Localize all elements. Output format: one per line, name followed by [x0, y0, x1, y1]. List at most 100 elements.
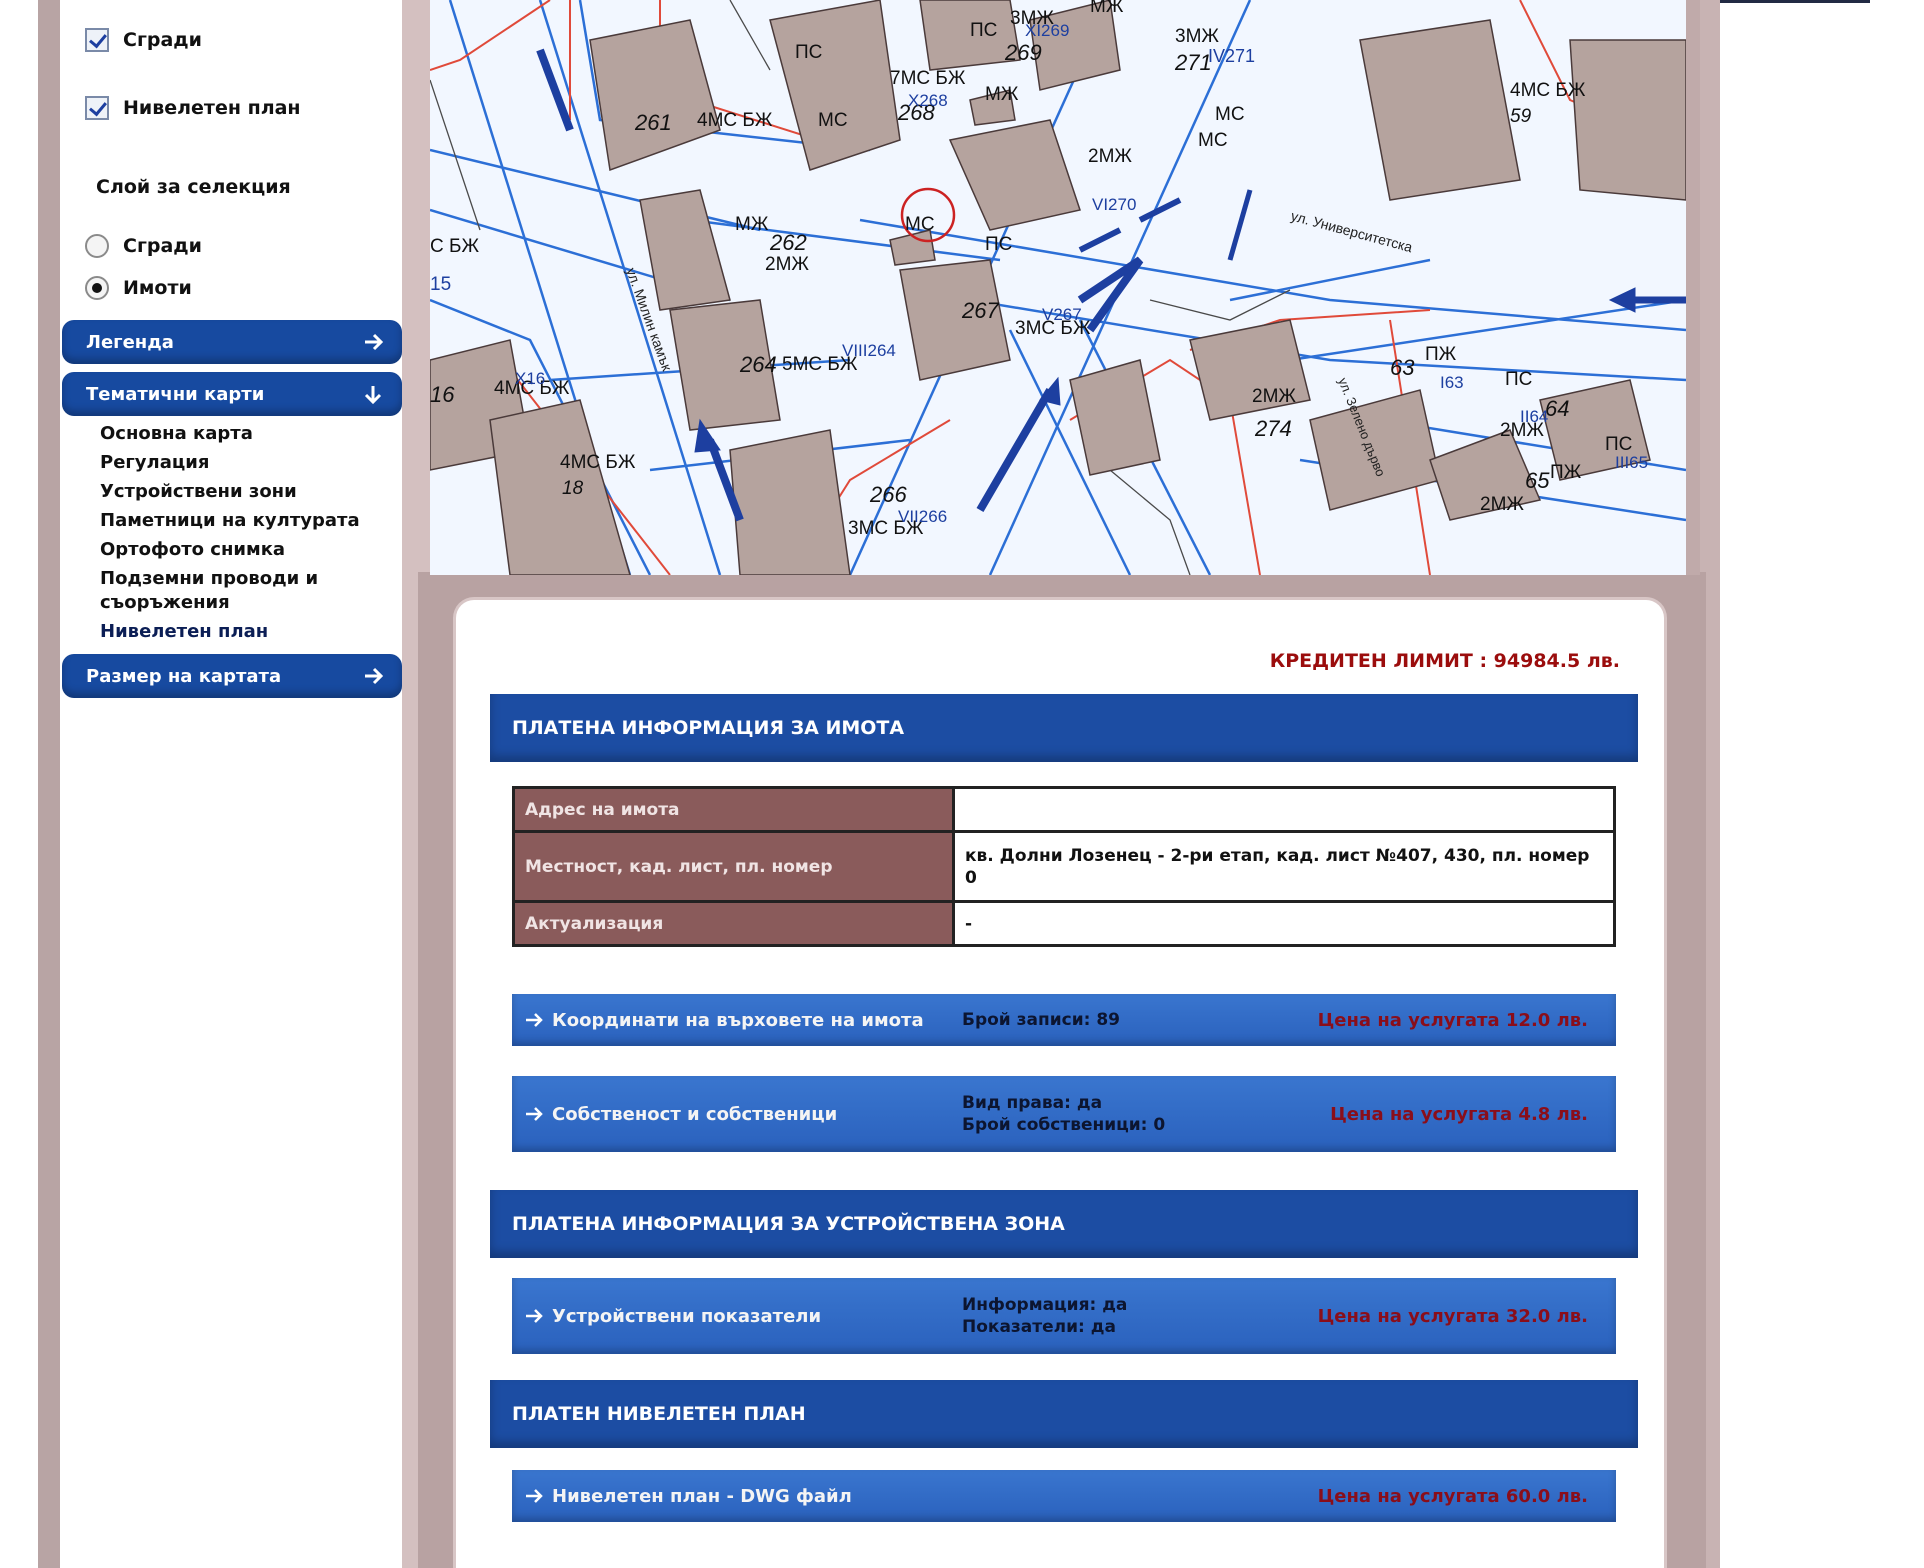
map-label: ПЖ [1425, 344, 1457, 365]
radio-properties[interactable]: Имоти [85, 276, 192, 300]
map-label: 274 [1254, 416, 1292, 441]
map-label: 267 [961, 298, 999, 323]
map-label: 16 [430, 382, 455, 407]
map-label: МС [905, 214, 935, 235]
service-dwg-file[interactable]: Нивелетен план - DWG файл Цена на услуга… [512, 1470, 1616, 1522]
map-label: 64 [1545, 396, 1569, 421]
service-name-wrap: Собственост и собственици [512, 1104, 962, 1125]
menu-item-level-plan[interactable]: Нивелетен план [100, 620, 400, 644]
radio-selected-icon[interactable] [85, 276, 109, 300]
map-label: ПЖ [1550, 462, 1582, 483]
service-name-wrap: Координати на върховете на имота [512, 1010, 962, 1031]
map-label: МС [818, 110, 848, 131]
left-frame [38, 0, 60, 1568]
menu-item-zones[interactable]: Устройствени зони [100, 480, 400, 504]
map-label: 271 [1174, 50, 1212, 75]
paid-info-panel: КРЕДИТЕН ЛИМИТ : 94984.5 лв. ПЛАТЕНА ИНФ… [456, 600, 1664, 1568]
thematic-label: Тематични карти [86, 383, 265, 405]
map-label: XI269 [1025, 21, 1069, 40]
thematic-maps-button[interactable]: Тематични карти [62, 372, 402, 416]
service-price: Цена на услугата 32.0 лв. [1317, 1305, 1588, 1327]
map-label: 262 [769, 230, 807, 255]
map-label: II64 [1520, 407, 1548, 426]
cadastral-map[interactable]: ул. Милин камък ул. Университетска ул. З… [430, 0, 1700, 575]
map-label: 18 [562, 478, 584, 499]
map-label: 266 [869, 482, 907, 507]
map-label: I63 [1440, 373, 1464, 392]
map-label: 261 [634, 110, 672, 135]
map-label: МС [1198, 130, 1228, 151]
legend-label: Легенда [86, 331, 174, 353]
menu-item-underground-cont[interactable]: съоръжения [100, 591, 400, 615]
map-label: 2МЖ [1088, 146, 1132, 167]
service-detail: Информация: да [962, 1295, 1128, 1315]
map-label: 2МЖ [765, 254, 809, 275]
map-size-label: Размер на картата [86, 665, 282, 687]
menu-item-orthophoto[interactable]: Ортофото снимка [100, 538, 400, 562]
map-label: V267 [1042, 305, 1082, 324]
section-header-property: ПЛАТЕНА ИНФОРМАЦИЯ ЗА ИМОТА [490, 694, 1638, 762]
table-row: Местност, кад. лист, пл. номер кв. Долни… [512, 830, 1616, 903]
map-label: ПС [1505, 369, 1532, 390]
map-label: IV271 [1208, 46, 1255, 66]
map-label: 65 [1525, 468, 1550, 493]
checkbox-checked-icon[interactable] [85, 96, 109, 120]
legend-button[interactable]: Легенда [62, 320, 402, 364]
map-label: X16 [515, 369, 545, 388]
map-label: VII266 [898, 507, 947, 526]
map-label: 264 [739, 352, 777, 377]
map-label: VIII264 [842, 341, 896, 360]
service-ownership[interactable]: Собственост и собственици Вид права: да … [512, 1076, 1616, 1152]
checkbox-checked-icon[interactable] [85, 28, 109, 52]
arrow-right-icon [365, 333, 384, 351]
layer-checkbox-buildings[interactable]: Сгради [85, 28, 202, 52]
section-header-zone: ПЛАТЕНА ИНФОРМАЦИЯ ЗА УСТРОЙСТВЕНА ЗОНА [490, 1190, 1638, 1258]
layer-checkbox-level-plan[interactable]: Нивелетен план [85, 96, 301, 120]
map-label: 7МС БЖ [890, 68, 966, 89]
service-name: Нивелетен план - DWG файл [552, 1485, 852, 1507]
radio-buildings[interactable]: Сгради [85, 234, 202, 258]
map-label: С БЖ [430, 236, 479, 257]
table-value [952, 786, 1616, 833]
service-price: Цена на услугата 4.8 лв. [1330, 1103, 1588, 1125]
service-detail: Брой записи: 89 [962, 1010, 1121, 1030]
map-label: МС [1215, 104, 1245, 125]
radio-label: Имоти [123, 277, 192, 299]
section-header-level-plan: ПЛАТЕН НИВЕЛЕТЕН ПЛАН [490, 1380, 1638, 1448]
menu-item-regulation[interactable]: Регулация [100, 451, 400, 475]
property-info-table: Адрес на имота Местност, кад. лист, пл. … [512, 786, 1616, 947]
map-label: 59 [1510, 106, 1532, 127]
service-name-wrap: Устройствени показатели [512, 1306, 962, 1327]
menu-item-basic-map[interactable]: Основна карта [100, 422, 400, 446]
service-zone-indicators[interactable]: Устройствени показатели Информация: да П… [512, 1278, 1616, 1354]
map-size-button[interactable]: Размер на картата [62, 654, 402, 698]
map-label: 269 [1004, 40, 1042, 65]
table-label: Адрес на имота [512, 786, 955, 833]
service-price: Цена на услугата 60.0 лв. [1317, 1485, 1588, 1507]
map-label: VI270 [1092, 195, 1136, 214]
arrow-right-icon [526, 1013, 543, 1027]
table-row: Адрес на имота [512, 786, 1616, 833]
table-label: Актуализация [512, 900, 955, 947]
service-detail: Брой собственици: 0 [962, 1115, 1166, 1135]
table-row: Актуализация - [512, 900, 1616, 947]
map-label: МЖ [735, 214, 769, 235]
map-label: 4МС БЖ [697, 110, 773, 131]
table-value: кв. Долни Лозенец - 2-ри етап, кад. лист… [952, 830, 1616, 903]
radio-unselected-icon[interactable] [85, 234, 109, 258]
map-label: ПС [1605, 434, 1632, 455]
arrow-right-icon [365, 667, 384, 685]
service-coordinates[interactable]: Координати на върховете на имота Брой за… [512, 994, 1616, 1046]
menu-item-monuments[interactable]: Паметници на културата [100, 509, 400, 533]
map-label: 4МС БЖ [1510, 80, 1586, 101]
map-label: ПС [795, 42, 822, 63]
map-label: 15 [430, 274, 451, 295]
menu-item-underground[interactable]: Подземни проводи и [100, 567, 400, 591]
map-label: МЖ [1090, 0, 1124, 17]
arrow-right-icon [526, 1309, 543, 1323]
service-detail: Вид права: да [962, 1093, 1103, 1113]
service-name: Устройствени показатели [552, 1305, 822, 1327]
radio-label: Сгради [123, 235, 202, 257]
map-label: III65 [1615, 453, 1648, 472]
map-label: X268 [908, 91, 948, 110]
